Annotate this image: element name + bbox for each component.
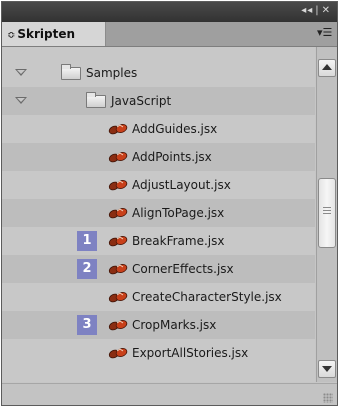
folder-icon	[61, 64, 81, 80]
disclosure-triangle-icon[interactable]	[15, 69, 27, 76]
tree-script-row[interactable]: CreateCharacterStyle.jsx	[2, 283, 315, 311]
script-label: AlignToPage.jsx	[132, 206, 225, 220]
folder-icon	[86, 92, 106, 108]
script-label: CropMarks.jsx	[132, 318, 217, 332]
divider: |	[315, 5, 320, 16]
tree-script-row[interactable]: AddGuides.jsx	[2, 115, 315, 143]
script-icon	[108, 124, 128, 135]
tree-folder-row[interactable]: JavaScript	[2, 87, 315, 115]
resize-grip-icon[interactable]	[323, 393, 333, 403]
tree-script-row[interactable]: ExportAllStories.jsx	[2, 339, 315, 367]
scroll-up-button[interactable]	[318, 59, 336, 77]
tree-script-row[interactable]: 2 CornerEffects.jsx	[2, 255, 315, 283]
script-icon	[108, 292, 128, 303]
tree-script-row[interactable]: AddPoints.jsx	[2, 143, 315, 171]
tree-script-row[interactable]: 1 BreakFrame.jsx	[2, 227, 315, 255]
panel-footer	[2, 383, 337, 405]
callout-number-badge: 3	[77, 315, 97, 335]
script-label: BreakFrame.jsx	[132, 234, 225, 248]
panel-window-controls: ◂◂ | ✕	[299, 5, 331, 16]
grip-icon	[323, 207, 331, 208]
folder-label: Samples	[86, 66, 138, 80]
script-icon	[108, 180, 128, 191]
panel-tab-row: ≎ Skripten ▾☰	[2, 22, 337, 47]
callout-number-badge: 2	[77, 259, 97, 279]
tree-script-row[interactable]: 3 CropMarks.jsx	[2, 311, 315, 339]
scripts-panel: ◂◂ | ✕ ≎ Skripten ▾☰ Samples JavaScript Add…	[1, 1, 338, 406]
script-label: AdjustLayout.jsx	[132, 178, 231, 192]
tab-skripten[interactable]: ≎ Skripten	[2, 22, 106, 46]
callout-number-badge: 1	[77, 231, 97, 251]
script-icon	[108, 348, 128, 359]
panel-menu-icon[interactable]: ▾☰	[317, 26, 332, 40]
tree-script-row[interactable]: AdjustLayout.jsx	[2, 171, 315, 199]
chevron-up-icon	[322, 64, 332, 70]
collapse-icon[interactable]: ◂◂	[301, 5, 313, 16]
panel-titlebar: ◂◂ | ✕	[2, 2, 337, 22]
chevron-down-icon	[322, 366, 332, 372]
disclosure-triangle-icon[interactable]	[15, 97, 27, 104]
scrollbar-thumb[interactable]	[318, 178, 336, 248]
script-label: AddPoints.jsx	[132, 150, 212, 164]
tree-folder-row[interactable]: Samples	[2, 59, 315, 87]
script-tree-list: Samples JavaScript AddGuides.jsx AddPoint…	[2, 47, 315, 382]
close-icon[interactable]: ✕	[322, 5, 331, 16]
vertical-scrollbar[interactable]	[316, 47, 337, 382]
script-label: AddGuides.jsx	[132, 122, 218, 136]
script-icon	[108, 236, 128, 247]
tree-script-row[interactable]: AlignToPage.jsx	[2, 199, 315, 227]
scroll-down-button[interactable]	[318, 360, 336, 378]
folder-label: JavaScript	[111, 94, 172, 108]
script-icon	[108, 208, 128, 219]
script-icon	[108, 264, 128, 275]
script-label: CornerEffects.jsx	[132, 262, 234, 276]
tab-arrows-icon: ≎	[7, 30, 16, 41]
script-label: CreateCharacterStyle.jsx	[132, 290, 282, 304]
tab-label: Skripten	[17, 27, 76, 41]
script-icon	[108, 152, 128, 163]
script-label: ExportAllStories.jsx	[132, 346, 249, 360]
script-icon	[108, 320, 128, 331]
